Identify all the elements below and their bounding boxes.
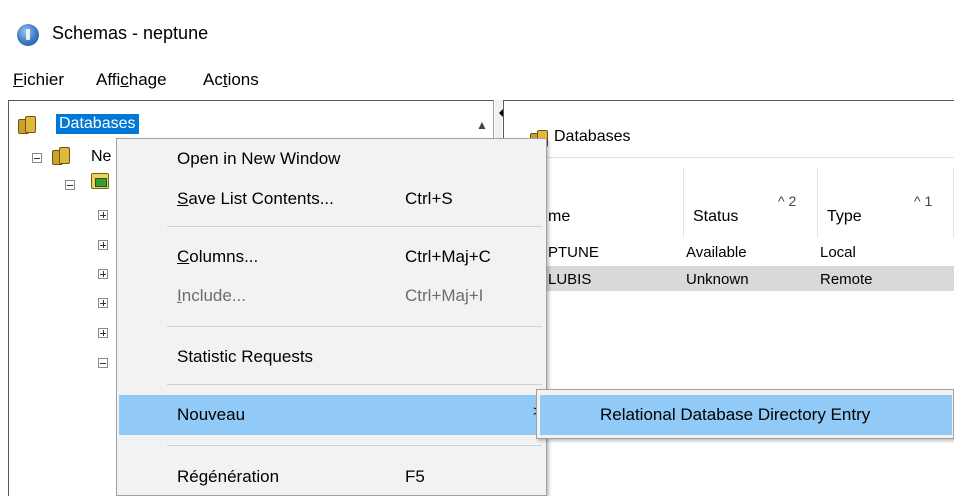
databases-icon <box>18 115 36 134</box>
menu-separator <box>167 384 542 385</box>
window-title: Schemas - neptune <box>52 23 209 43</box>
menu-separator <box>167 226 542 227</box>
expand-icon[interactable] <box>98 269 108 279</box>
app-globe-icon <box>17 24 39 46</box>
tree-root-label: Databases <box>56 114 139 134</box>
expand-icon[interactable] <box>98 298 108 308</box>
shortcut-label: F5 <box>405 467 425 486</box>
menu-affichage[interactable]: Affichage <box>96 70 167 90</box>
collapse-icon[interactable] <box>98 358 108 368</box>
menu-item-columns[interactable]: Columns... Ctrl+Maj+C <box>117 241 546 273</box>
collapse-icon[interactable] <box>65 180 75 190</box>
shortcut-label: Ctrl+Maj+I <box>405 286 484 305</box>
column-header-type-label: Type <box>827 208 862 225</box>
folder-icon <box>91 173 109 189</box>
table-cell[interactable]: Remote <box>820 271 873 288</box>
menu-item-include: Include... Ctrl+Maj+I <box>177 286 484 305</box>
menu-item-save-list[interactable]: Save List Contents... Ctrl+S <box>117 183 546 215</box>
column-header-name-label: me <box>548 208 571 225</box>
menu-separator <box>167 326 542 327</box>
tree-node-label[interactable]: Ne <box>91 148 111 166</box>
menu-item-relational-db-entry[interactable]: Relational Database Directory Entry <box>540 395 952 435</box>
table-cell[interactable]: PTUNE <box>548 244 599 261</box>
column-header-status-label: Status <box>693 208 739 225</box>
collapse-icon[interactable] <box>32 153 42 163</box>
menu-item-regeneration[interactable]: Régénération F5 <box>117 461 546 493</box>
menu-item-statistic-requests[interactable]: Statistic Requests <box>117 341 546 373</box>
sort-indicator: ^ 1 <box>914 193 933 209</box>
expand-icon[interactable] <box>98 240 108 250</box>
shortcut-label: Ctrl+S <box>405 189 453 208</box>
column-header-status[interactable] <box>684 167 818 238</box>
list-title: Databases <box>554 128 631 145</box>
submenu: Relational Database Directory Entry <box>536 389 954 439</box>
context-menu: Open in New Window Save List Contents...… <box>116 138 547 496</box>
table-cell[interactable]: Local <box>820 244 856 261</box>
column-header-type[interactable] <box>818 167 954 238</box>
database-node-icon <box>52 146 70 165</box>
table-cell[interactable]: LUBIS <box>548 271 591 288</box>
shortcut-label: Ctrl+Maj+C <box>405 247 491 266</box>
tree-scroll-up-icon[interactable]: ▲ <box>476 118 488 132</box>
menu-fichier[interactable]: Fichier <box>13 70 64 90</box>
menu-actions[interactable]: Actions <box>203 70 259 90</box>
menu-item-nouveau-label-row: Nouveau <box>177 405 246 424</box>
expand-icon[interactable] <box>98 328 108 338</box>
menu-item-open-new-window[interactable]: Open in New Window <box>117 143 546 175</box>
sort-indicator: ^ 2 <box>778 193 797 209</box>
table-cell[interactable]: Available <box>686 244 747 261</box>
menu-separator <box>167 445 542 446</box>
table-cell[interactable]: Unknown <box>686 271 749 288</box>
expand-icon[interactable] <box>98 210 108 220</box>
